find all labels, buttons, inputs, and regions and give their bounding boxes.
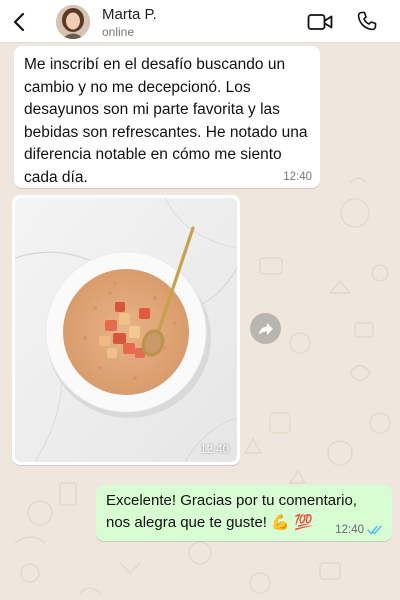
read-ticks-icon xyxy=(367,525,382,535)
contact-name[interactable]: Marta P. xyxy=(102,6,157,23)
forward-button[interactable] xyxy=(250,313,281,344)
phone-icon[interactable] xyxy=(357,11,377,31)
incoming-message[interactable]: Me inscribí en el desafío buscando un ca… xyxy=(14,46,320,188)
avatar[interactable] xyxy=(56,5,90,39)
back-icon[interactable] xyxy=(12,12,26,32)
video-call-icon[interactable] xyxy=(307,12,333,32)
message-meta: 12:40 xyxy=(335,524,384,536)
image-time: 12:40 xyxy=(200,444,229,456)
contact-status: online xyxy=(102,25,135,39)
outgoing-message[interactable]: Excelente! Gracias por tu comentario, no… xyxy=(96,485,392,541)
forward-icon xyxy=(258,322,273,335)
incoming-image-message[interactable]: 12:40 xyxy=(12,195,240,465)
message-time: 12:40 xyxy=(283,171,312,183)
oatmeal-photo[interactable]: 12:40 xyxy=(15,198,237,462)
message-text: Me inscribí en el desafío buscando un ca… xyxy=(24,56,308,186)
message-time: 12:40 xyxy=(335,524,364,536)
chat-header: Marta P. online xyxy=(0,0,400,43)
